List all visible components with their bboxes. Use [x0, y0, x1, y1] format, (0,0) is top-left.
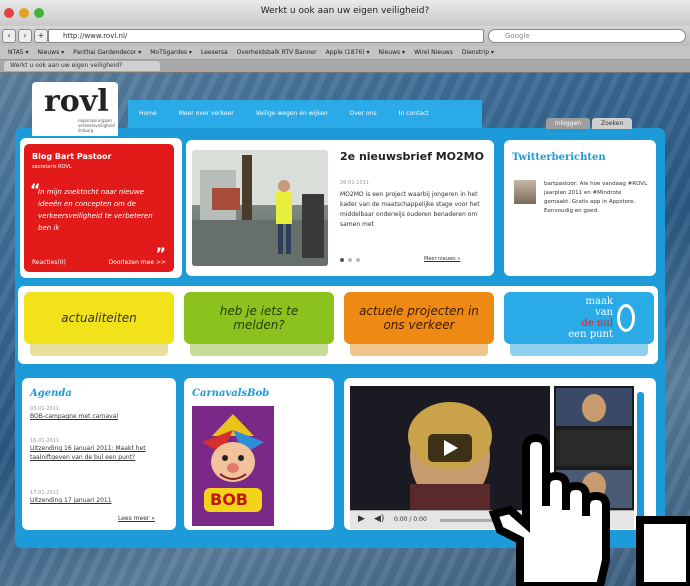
- carnaval-title: CarnavalsBob: [192, 388, 270, 399]
- browser-toolbar: ‹ › + http://www.rovl.nl/ Google: [0, 26, 690, 46]
- button-shelf: [350, 344, 488, 356]
- nav-contact[interactable]: In contact: [388, 100, 440, 128]
- bookmark-item[interactable]: Wirel Nieuws: [414, 49, 453, 56]
- address-bar[interactable]: http://www.rovl.nl/: [48, 29, 484, 43]
- melden-label: heb je iets te melden?: [219, 304, 299, 332]
- bob-poster-text: BOB: [210, 490, 248, 509]
- logo-wordmark: rovl: [44, 84, 109, 119]
- hand-cursor-icon: [488, 433, 690, 586]
- logo-tagline: regionaal orgaan verkeersveiligheid limb…: [78, 118, 115, 133]
- actualiteiten-label: actualiteiten: [61, 311, 137, 325]
- window-titlebar: Werkt u ook aan uw eigen veiligheid?: [0, 0, 690, 27]
- nav-home[interactable]: Home: [128, 100, 168, 128]
- agenda-item[interactable]: 17-01-2011 Uitzending 17 januari 2011: [30, 490, 172, 505]
- search-input[interactable]: Google: [488, 29, 686, 43]
- nav-meer-over-verkeer[interactable]: Meer over verkeer: [168, 100, 245, 128]
- nul-een-punt-button[interactable]: maak van de nul een punt: [504, 292, 654, 356]
- nav-buttons: ‹ › +: [2, 29, 48, 43]
- nav-veilige-wegen[interactable]: Veilige wegen en wijken: [245, 100, 339, 128]
- carnaval-poster[interactable]: BOB: [192, 406, 274, 526]
- add-bookmark-icon[interactable]: +: [34, 29, 48, 43]
- twitter-title: Twitterberichten: [512, 152, 606, 163]
- main-navigation: Home Meer over verkeer Veilige wegen en …: [128, 100, 482, 128]
- forward-icon[interactable]: ›: [18, 29, 32, 43]
- nul-line-3: de nul: [581, 318, 613, 329]
- news-date: 26-01-2011: [340, 180, 370, 186]
- bookmarks-bar: NTA5 ▾ Nieuws ▾ Panthai Gardendecor ▾ Mo…: [0, 46, 690, 60]
- agenda-title: Agenda: [30, 388, 72, 399]
- news-pager: [340, 258, 360, 262]
- agenda-link[interactable]: BOB-campagne met carnaval: [30, 412, 172, 421]
- agenda-link[interactable]: Uitzending 16 januari 2011: Maakt het ta…: [30, 444, 172, 462]
- top-tabs: Inloggen Zoeken: [546, 118, 633, 129]
- window-title: Werkt u ook aan uw eigen veiligheid?: [260, 6, 430, 16]
- nul-een-punt-label: maak van de nul een punt: [523, 296, 613, 340]
- news-title[interactable]: 2e nieuwsbrief MO2MO: [340, 150, 485, 163]
- blog-title: Blog Bart Pastoor: [32, 152, 112, 161]
- actualiteiten-button[interactable]: actualiteiten: [24, 292, 174, 356]
- blog-panel[interactable]: Blog Bart Pastoor secretaris ROVL “ In m…: [24, 144, 174, 272]
- button-shelf: [30, 344, 168, 356]
- projecten-button[interactable]: actuele projecten in ons verkeer: [344, 292, 494, 356]
- bookmark-item[interactable]: Dienstrip ▾: [462, 49, 494, 56]
- bookmark-item[interactable]: Nieuws ▾: [38, 49, 65, 56]
- news-photo[interactable]: [192, 150, 328, 266]
- avatar[interactable]: [514, 180, 536, 204]
- pager-dot[interactable]: [340, 258, 344, 262]
- button-shelf: [510, 344, 648, 356]
- agenda-item[interactable]: 16-01-2011 Uitzending 16 januari 2011: M…: [30, 438, 172, 462]
- back-icon[interactable]: ‹: [2, 29, 16, 43]
- news-more-link[interactable]: Meer nieuws »: [424, 256, 460, 262]
- bookmark-item[interactable]: Overheidsbalk RTV Banner: [237, 49, 317, 56]
- pager-dot[interactable]: [348, 258, 352, 262]
- blog-subtitle: secretaris ROVL: [32, 164, 72, 170]
- agenda-item[interactable]: 03-01-2011 BOB-campagne met carnaval: [30, 406, 172, 421]
- nul-line-1: maak: [585, 296, 613, 307]
- bookmark-item[interactable]: MoTSgardes ▾: [150, 49, 192, 56]
- browser-tab[interactable]: Werkt u ook aan uw eigen veiligheid?: [4, 61, 160, 71]
- news-body: MO2MO is een project waarbij jongeren in…: [340, 191, 480, 228]
- button-shelf: [190, 344, 328, 356]
- blog-read-more-link[interactable]: Doorlezen mee >>: [108, 259, 166, 266]
- blog-reactions-link[interactable]: Reacties(0): [32, 259, 66, 266]
- agenda-link[interactable]: Uitzending 17 januari 2011: [30, 496, 172, 505]
- bookmark-item[interactable]: Apple (1876) ▾: [326, 49, 370, 56]
- melden-button[interactable]: heb je iets te melden?: [184, 292, 334, 356]
- nav-over-ons[interactable]: Over ons: [339, 100, 388, 128]
- bookmark-item[interactable]: Nieuws ▾: [378, 49, 405, 56]
- blog-quote: In mijn zoektocht naar nieuwe ideeën en …: [38, 188, 153, 232]
- rovl-logo[interactable]: rovl regionaal orgaan verkeersveiligheid…: [32, 82, 118, 136]
- tab-bar: Werkt u ook aan uw eigen veiligheid?: [0, 60, 690, 73]
- projecten-label: actuele projecten in ons verkeer: [359, 304, 479, 332]
- bookmark-item[interactable]: NTA5 ▾: [8, 49, 29, 56]
- tweet-text: bartpastoor: Ale hoe vandaag #ROVL jaarp…: [544, 181, 648, 214]
- news-photo-scene: [192, 150, 328, 266]
- tab-zoeken[interactable]: Zoeken: [592, 118, 633, 129]
- bookmark-item[interactable]: Leesersa: [201, 49, 228, 56]
- bookmark-item[interactable]: Panthai Gardendecor ▾: [73, 49, 141, 56]
- zero-icon: [617, 304, 635, 332]
- agenda-more-link[interactable]: Lees meer »: [118, 515, 155, 522]
- nul-line-4: een punt: [568, 329, 613, 340]
- volume-icon[interactable]: ◀): [374, 514, 384, 524]
- nul-line-2: van: [594, 307, 613, 318]
- play-icon[interactable]: ▶: [358, 514, 365, 524]
- pager-dot[interactable]: [356, 258, 360, 262]
- video-time: 0:00 / 0:00: [394, 516, 427, 523]
- tab-inloggen[interactable]: Inloggen: [546, 118, 591, 129]
